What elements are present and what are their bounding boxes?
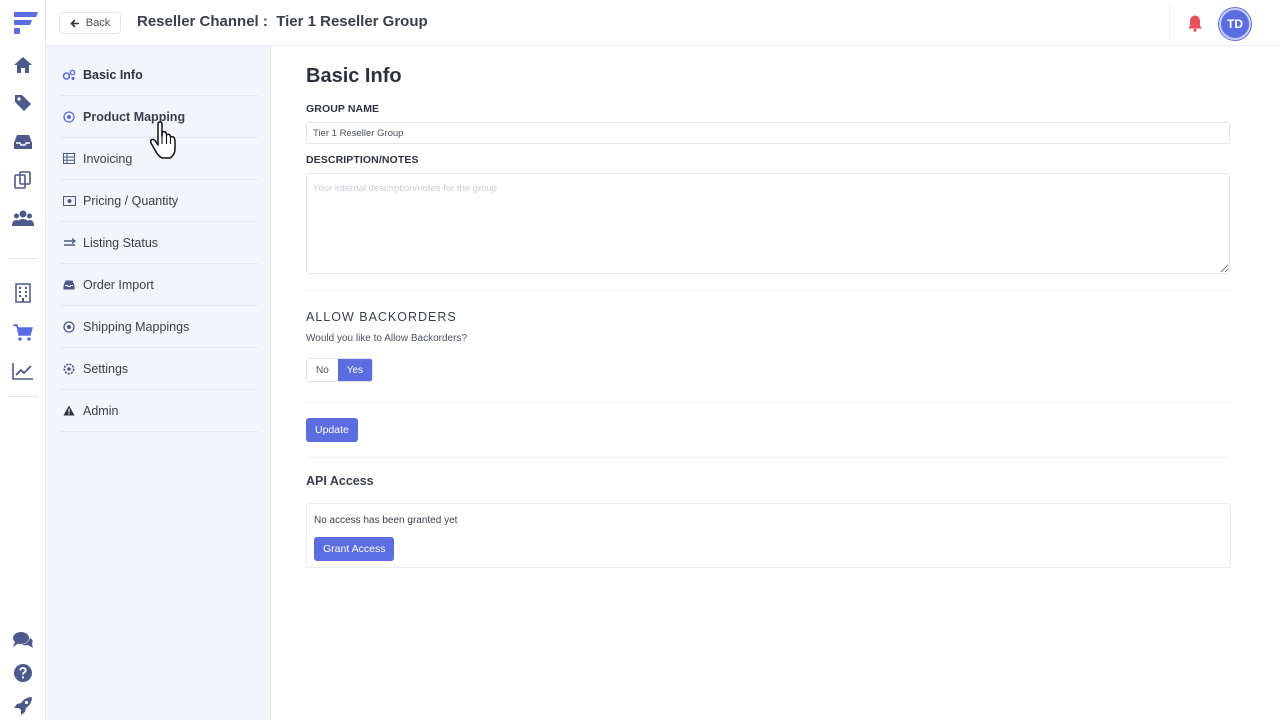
backorders-toggle: No Yes: [306, 358, 374, 382]
api-access-message: No access has been granted yet: [314, 515, 458, 526]
inbox-icon: [62, 278, 76, 292]
cart-icon[interactable]: [11, 321, 35, 345]
header-divider: [1169, 6, 1170, 40]
cogs-icon: [62, 68, 76, 82]
nav-label: Shipping Mappings: [83, 319, 190, 334]
nav-label: Basic Info: [83, 67, 143, 82]
icon-rail: [0, 0, 46, 720]
divider: [306, 290, 1230, 291]
tags-icon[interactable]: [11, 91, 35, 115]
group-name-input[interactable]: [306, 122, 1230, 144]
building-icon[interactable]: [11, 281, 35, 305]
chat-icon[interactable]: [11, 628, 35, 652]
rail-divider: [8, 396, 38, 397]
copy-icon[interactable]: [11, 168, 35, 192]
exchange-icon: [62, 236, 76, 250]
arrow-left-icon: [70, 18, 79, 28]
divider: [306, 402, 1230, 403]
api-access-panel: No access has been granted yet Grant Acc…: [306, 503, 1231, 568]
target-icon: [62, 320, 76, 334]
help-icon[interactable]: [11, 661, 35, 685]
backorders-title: ALLOW BACKORDERS: [306, 310, 457, 324]
nav-label: Order Import: [83, 277, 154, 292]
description-textarea[interactable]: [306, 173, 1230, 274]
scrollbar[interactable]: [1266, 46, 1280, 720]
backorders-question: Would you like to Allow Backorders?: [306, 333, 468, 344]
nav-item-pricing-quantity[interactable]: Pricing / Quantity: [60, 180, 258, 222]
warning-icon: [62, 404, 76, 418]
home-icon[interactable]: [11, 53, 35, 77]
logo-icon[interactable]: [11, 10, 39, 36]
table-icon: [62, 152, 76, 166]
gear-icon: [62, 362, 76, 376]
nav-item-settings[interactable]: Settings: [60, 348, 258, 390]
user-avatar[interactable]: TD: [1219, 8, 1251, 40]
chart-icon[interactable]: [11, 359, 35, 383]
nav-item-order-import[interactable]: Order Import: [60, 264, 258, 306]
nav-label: Product Mapping: [83, 109, 186, 124]
back-button[interactable]: Back: [59, 12, 121, 34]
section-nav: Basic Info Product Mapping Invoicing Pri…: [46, 46, 271, 720]
update-button[interactable]: Update: [306, 418, 358, 442]
divider: [306, 457, 1230, 458]
page-title: Reseller Channel : Tier 1 Reseller Group: [137, 13, 428, 30]
section-title: Basic Info: [306, 65, 402, 87]
money-icon: [62, 194, 76, 208]
nav-item-listing-status[interactable]: Listing Status: [60, 222, 258, 264]
nav-label: Settings: [83, 361, 129, 376]
nav-label: Invoicing: [83, 151, 133, 166]
bell-icon[interactable]: [1186, 14, 1204, 32]
top-header: Back Reseller Channel : Tier 1 Reseller …: [46, 0, 1280, 46]
users-icon[interactable]: [11, 206, 35, 230]
group-name-label: GROUP NAME: [306, 103, 380, 115]
rail-divider: [8, 258, 38, 259]
nav-label: Pricing / Quantity: [83, 193, 179, 208]
nav-label: Listing Status: [83, 235, 159, 250]
target-icon: [62, 110, 76, 124]
nav-item-invoicing[interactable]: Invoicing: [60, 138, 258, 180]
nav-item-product-mapping[interactable]: Product Mapping: [60, 96, 258, 138]
backorders-yes-option[interactable]: Yes: [337, 359, 373, 381]
nav-item-basic-info[interactable]: Basic Info: [60, 54, 258, 96]
nav-label: Admin: [83, 403, 119, 418]
nav-item-shipping-mappings[interactable]: Shipping Mappings: [60, 306, 258, 348]
inbox-icon[interactable]: [11, 130, 35, 154]
rocket-icon[interactable]: [11, 694, 35, 718]
api-access-title: API Access: [306, 474, 374, 488]
nav-item-admin[interactable]: Admin: [60, 390, 258, 432]
main-content: Basic Info GROUP NAME DESCRIPTION/NOTES …: [271, 46, 1266, 720]
grant-access-button[interactable]: Grant Access: [314, 537, 395, 561]
description-label: DESCRIPTION/NOTES: [306, 154, 419, 166]
back-label: Back: [85, 17, 111, 29]
backorders-no-option[interactable]: No: [307, 359, 338, 381]
